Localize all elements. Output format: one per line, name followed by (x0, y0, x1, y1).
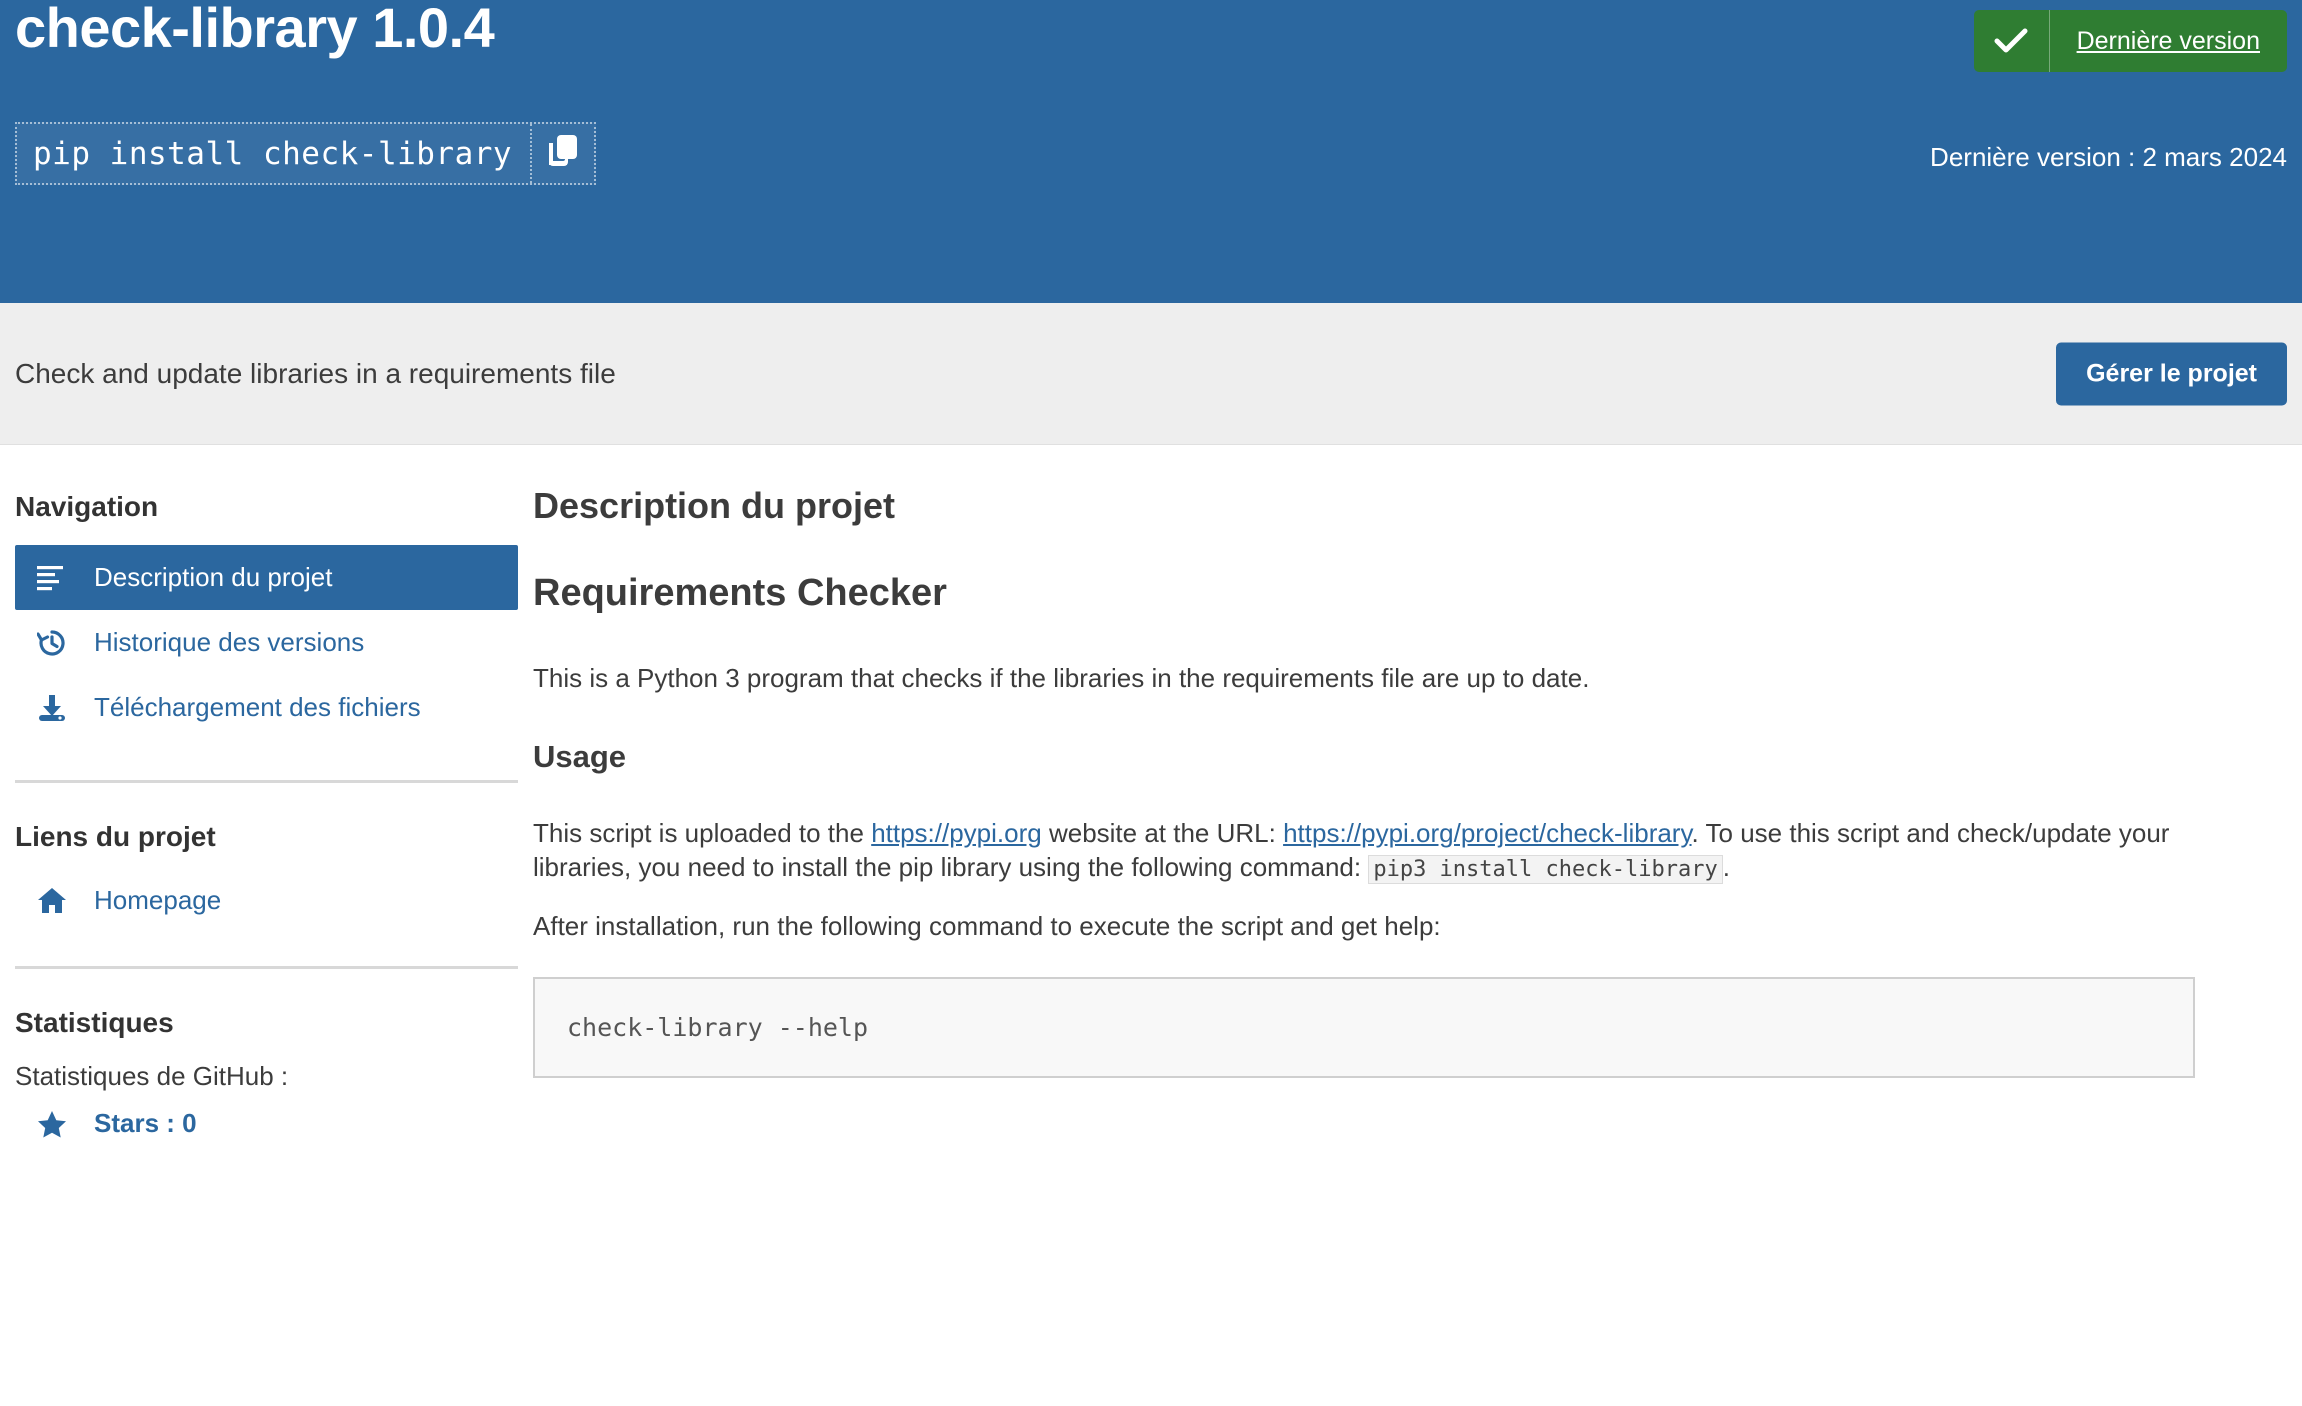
sidebar-item-label: Description du projet (94, 562, 333, 592)
copy-icon (548, 134, 578, 173)
last-release-date: Dernière version : 2 mars 2024 (1930, 142, 2287, 172)
statistics-heading: Statistiques (15, 1007, 174, 1038)
check-icon (1974, 10, 2050, 72)
readme-intro: This is a Python 3 program that checks i… (533, 663, 1590, 693)
sidebar-item-description[interactable]: Description du projet (15, 545, 518, 610)
sidebar-item-label: Téléchargement des fichiers (94, 692, 421, 722)
usage-text-4: . (1722, 851, 1730, 882)
sidebar-item-downloads[interactable]: Téléchargement des fichiers (15, 675, 518, 740)
pypi-org-link[interactable]: https://pypi.org (871, 818, 1042, 848)
usage-text-2: website at the URL: (1041, 818, 1284, 849)
readme-heading: Requirements Checker (533, 572, 947, 614)
sidebar: Navigation Description du projet Histori… (0, 445, 533, 1139)
home-icon (37, 887, 71, 915)
sidebar-item-history[interactable]: Historique des versions (15, 610, 518, 675)
after-install-paragraph: After installation, run the following co… (533, 910, 1441, 941)
pypi-project-link[interactable]: https://pypi.org/project/check-library (1283, 818, 1691, 848)
project-link-homepage[interactable]: Homepage (15, 875, 518, 926)
pip-install-command: pip install check-library (33, 135, 513, 172)
sidebar-divider-1 (15, 780, 518, 783)
sidebar-item-label: Historique des versions (94, 627, 365, 657)
usage-paragraph: This script is uploaded to the https://p… (533, 817, 2195, 884)
star-icon (37, 1110, 71, 1138)
main-content: Description du projet Requirements Check… (533, 445, 2302, 1079)
github-stars-label: Stars : 0 (94, 1108, 197, 1138)
navigation-list: Description du projet Historique des ver… (15, 545, 518, 740)
project-subheader: Check and update libraries in a requirem… (0, 303, 2302, 445)
navigation-heading: Navigation (15, 491, 159, 522)
project-banner: check-library 1.0.4 pip install check-li… (0, 0, 2302, 303)
project-link-label: Homepage (94, 885, 222, 915)
project-links-heading: Liens du projet (15, 821, 216, 852)
page-title: check-library 1.0.4 (15, 0, 495, 59)
github-stats-label: Statistiques de GitHub : (15, 1061, 289, 1091)
page-body: Navigation Description du projet Histori… (0, 445, 2302, 1406)
usage-text-1: This script is uploaded to the (533, 818, 872, 849)
project-description-title: Description du projet (533, 485, 896, 526)
usage-heading: Usage (533, 739, 627, 775)
project-summary: Check and update libraries in a requirem… (15, 357, 616, 389)
latest-version-badge[interactable]: Dernière version (1973, 10, 2287, 72)
latest-version-link[interactable]: Dernière version (2050, 10, 2287, 72)
inline-install-command: pip3 install check-library (1368, 854, 1723, 884)
sidebar-divider-2 (15, 966, 518, 969)
help-command-codeblock: check-library --help (533, 977, 2195, 1079)
manage-project-button[interactable]: Gérer le projet (2056, 342, 2287, 405)
download-icon (37, 693, 71, 723)
help-command-text: check-library --help (567, 1013, 869, 1043)
pip-install-box[interactable]: pip install check-library (15, 122, 597, 185)
list-icon (37, 565, 71, 591)
copy-button[interactable] (532, 124, 594, 183)
github-stars: Stars : 0 (15, 1108, 518, 1139)
history-icon (37, 628, 71, 658)
